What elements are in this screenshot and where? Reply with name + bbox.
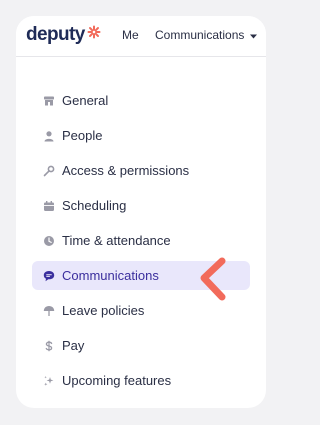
menu-item-upcoming-features[interactable]: Upcoming features [32, 366, 250, 395]
settings-card: deputy Me Communications General People … [16, 16, 266, 408]
menu-item-label: Communications [62, 268, 159, 283]
menu-item-scheduling[interactable]: Scheduling [32, 191, 250, 220]
logo-text: deputy [26, 24, 85, 45]
menu-item-general[interactable]: General [32, 86, 250, 115]
storefront-icon [42, 94, 55, 107]
menu-item-label: Leave policies [62, 303, 145, 318]
menu-item-label: People [62, 128, 103, 143]
deputy-logo[interactable]: deputy [26, 23, 101, 47]
nav-communications-dropdown[interactable]: Communications [155, 28, 258, 42]
sparkle-icon [42, 374, 55, 387]
menu-item-label: Scheduling [62, 198, 127, 213]
settings-menu: General People Access & permissions Sche… [32, 86, 250, 401]
menu-item-time-attendance[interactable]: Time & attendance [32, 226, 250, 255]
person-icon [42, 129, 55, 142]
screenshot-frame: deputy Me Communications General People … [0, 0, 282, 425]
menu-item-label: Time & attendance [62, 233, 171, 248]
menu-item-people[interactable]: People [32, 121, 250, 150]
annotation-arrow-icon [196, 256, 232, 304]
top-navigation-bar: deputy Me Communications [16, 16, 266, 57]
calendar-icon [42, 199, 55, 212]
clock-icon [42, 234, 55, 247]
menu-item-pay[interactable]: Pay [32, 331, 250, 360]
menu-item-label: General [62, 93, 109, 108]
menu-item-access-permissions[interactable]: Access & permissions [32, 156, 250, 185]
key-icon [42, 164, 55, 177]
menu-item-label: Access & permissions [62, 163, 190, 178]
logo-burst-icon [87, 25, 101, 44]
nav-communications-label: Communications [155, 28, 245, 42]
umbrella-icon [42, 304, 55, 317]
menu-item-label: Pay [62, 338, 85, 353]
menu-item-label: Upcoming features [62, 373, 172, 388]
nav-me-link[interactable]: Me [122, 28, 139, 42]
caret-down-icon [250, 28, 258, 42]
chat-bubble-icon [42, 269, 55, 282]
dollar-icon [42, 339, 55, 352]
